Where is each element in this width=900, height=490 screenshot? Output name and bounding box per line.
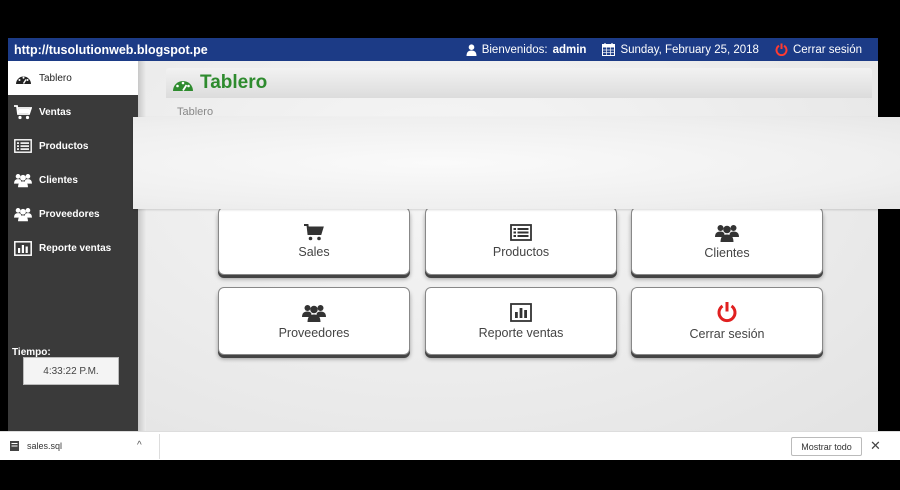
tile-label: Productos [492,244,550,259]
tile-label: Clientes [704,245,750,260]
tile-cerrar-sesion[interactable]: Cerrar sesión [631,287,823,355]
bar-chart-icon [510,302,532,322]
welcome-prefix: Bienvenidos: [481,43,548,56]
sidebar-item-label: Clientes [39,174,78,186]
sidebar-item-productos[interactable]: Productos [8,129,138,163]
logout-link[interactable]: Cerrar sesión [775,43,862,56]
welcome-user[interactable]: Bienvenidos: admin [466,43,587,56]
page-title: Tablero [200,72,268,93]
downloads-bar: sales.sql ^ Mostrar todo ✕ [0,431,900,460]
users-icon [14,172,32,188]
calendar-icon [602,43,616,56]
tile-label: Cerrar sesión [689,327,765,341]
top-navbar: http://tusolutionweb.blogspot.pe Bienven… [8,38,878,61]
site-url-link[interactable]: http://tusolutionweb.blogspot.pe [8,43,208,57]
tile-label: Proveedores [278,325,350,340]
dashboard-icon [173,80,193,91]
sidebar: Tablero Ventas Productos Clientes Provee… [8,61,138,431]
close-icon[interactable]: ✕ [870,438,881,454]
sidebar-item-label: Tablero [39,72,72,84]
current-date: Sunday, February 25, 2018 [602,43,759,56]
power-icon [717,302,737,323]
bar-chart-icon [14,240,32,256]
tile-reporte-ventas[interactable]: Reporte ventas [425,287,617,355]
cart-icon [304,223,324,240]
clock-display: 4:33:22 P.M. [23,357,119,385]
sidebar-item-clientes[interactable]: Clientes [8,163,138,197]
user-icon [466,43,477,56]
page-header: Tablero [166,68,872,98]
sidebar-item-label: Proveedores [39,208,100,220]
sidebar-item-label: Productos [39,140,89,152]
tile-label: Reporte ventas [478,325,564,340]
date-text: Sunday, February 25, 2018 [620,43,759,56]
sidebar-item-proveedores[interactable]: Proveedores [8,197,138,231]
dashboard-icon [14,70,32,86]
sidebar-item-label: Ventas [39,106,72,118]
users-icon [302,304,326,322]
divider [159,434,160,459]
tile-label: Sales [298,244,330,259]
tile-clientes[interactable]: Clientes [631,207,823,275]
sidebar-item-label: Reporte ventas [39,242,112,254]
screen: http://tusolutionweb.blogspot.pe Bienven… [0,0,900,490]
list-icon [14,138,32,154]
show-all-button[interactable]: Mostrar todo [791,437,862,456]
sidebar-item-ventas[interactable]: Ventas [8,95,138,129]
users-icon [715,224,739,242]
welcome-username: admin [552,43,587,56]
chevron-up-icon[interactable]: ^ [137,440,142,451]
list-icon [510,223,532,241]
sidebar-item-reporte-ventas[interactable]: Reporte ventas [8,231,138,265]
file-icon [10,441,19,451]
tile-proveedores[interactable]: Proveedores [218,287,410,355]
tile-sales[interactable]: Sales [218,207,410,275]
cart-icon [14,104,32,120]
logout-text: Cerrar sesión [792,43,862,56]
tile-productos[interactable]: Productos [425,207,617,275]
overlay-panel [133,117,900,209]
power-icon [775,43,788,56]
download-filename: sales.sql [27,441,63,451]
download-item[interactable]: sales.sql [10,441,62,451]
sidebar-item-tablero[interactable]: Tablero [8,61,138,95]
users-icon [14,206,32,222]
